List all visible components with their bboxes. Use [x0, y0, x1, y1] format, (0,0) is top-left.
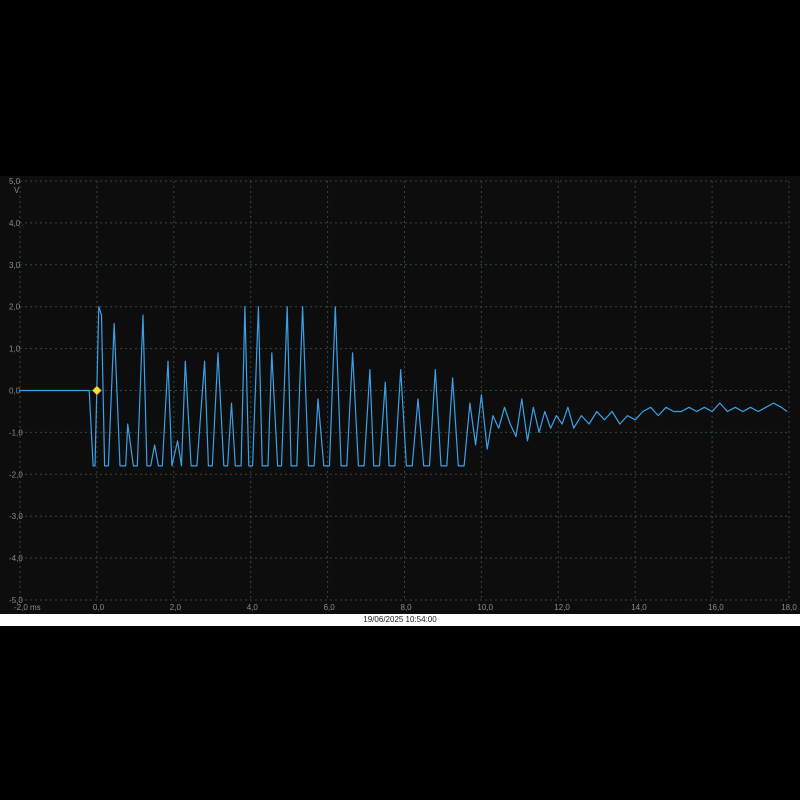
- x-tick-label: -2,0 ms: [14, 603, 41, 612]
- y-tick-label: -2,0: [9, 470, 23, 479]
- y-tick-label: 2,0: [9, 303, 21, 312]
- x-tick-label: 2,0: [170, 603, 182, 612]
- y-tick-label: -4,0: [9, 554, 23, 563]
- y-tick-label: 5,0: [9, 177, 21, 186]
- x-tick-label: 14,0: [631, 603, 647, 612]
- y-tick-label: -3,0: [9, 512, 23, 521]
- x-tick-label: 6,0: [324, 603, 336, 612]
- x-tick-label: 18,0: [781, 603, 797, 612]
- capture-timestamp: 19/06/2025 10:54:00: [363, 615, 437, 624]
- y-tick-label: 4,0: [9, 219, 21, 228]
- x-tick-label: 16,0: [708, 603, 724, 612]
- x-tick-label: 12,0: [554, 603, 570, 612]
- y-tick-label: -1,0: [9, 428, 23, 437]
- y-tick-label: 0,0: [9, 387, 21, 396]
- y-tick-label: 3,0: [9, 261, 21, 270]
- x-tick-label: 4,0: [247, 603, 259, 612]
- y-unit-label: V: [14, 186, 20, 195]
- plot-background: [0, 176, 800, 614]
- x-tick-label: 8,0: [401, 603, 413, 612]
- x-tick-label: 0,0: [93, 603, 105, 612]
- x-tick-label: 10,0: [477, 603, 493, 612]
- oscilloscope-plot: 5,04,03,02,01,00,0-1,0-2,0-3,0-4,0-5,0V …: [0, 176, 800, 614]
- y-tick-label: 1,0: [9, 345, 21, 354]
- status-bar: 19/06/2025 10:54:00: [0, 614, 800, 626]
